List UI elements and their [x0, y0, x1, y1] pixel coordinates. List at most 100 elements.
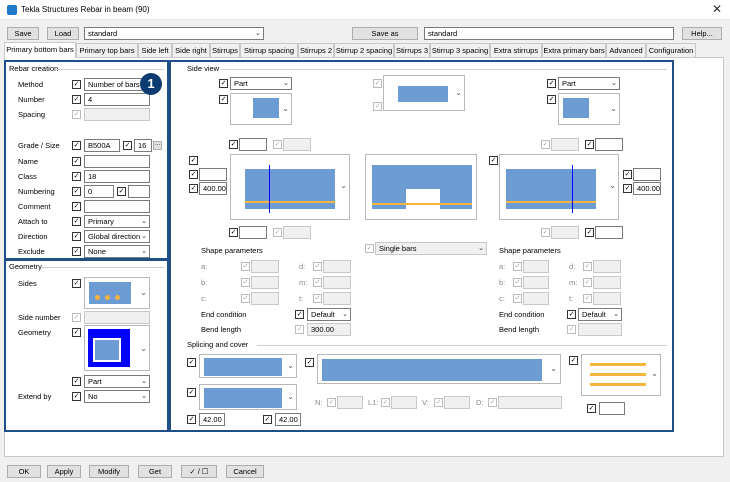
extend-by-select[interactable]: No ⌄	[84, 390, 150, 403]
right-bottom-checkbox[interactable]	[541, 228, 550, 237]
left-bend-length-input[interactable]: 300.00	[307, 323, 351, 336]
geometry-part-checkbox[interactable]	[72, 377, 81, 386]
tab-advanced[interactable]: Advanced	[606, 43, 646, 57]
geometry-picture-select[interactable]: ⌄	[84, 325, 150, 371]
load-button[interactable]: Load	[47, 27, 79, 40]
ok-button[interactable]: OK	[7, 465, 41, 478]
left-param-a-input[interactable]	[251, 260, 279, 273]
load-select[interactable]: standard ⌄	[84, 27, 264, 40]
splice-v-input[interactable]	[444, 396, 470, 409]
right-part-checkbox[interactable]	[547, 79, 556, 88]
cover-right-checkbox[interactable]	[263, 415, 272, 424]
right-end-condition-checkbox[interactable]	[567, 310, 576, 319]
left-param-a-checkbox[interactable]	[241, 262, 250, 271]
right-param-b-checkbox[interactable]	[513, 278, 522, 287]
right-bottom2-checkbox[interactable]	[585, 228, 594, 237]
left-offset-input[interactable]	[239, 138, 267, 151]
tab-stirrups[interactable]: Stirrups	[210, 43, 240, 57]
splice-v-checkbox[interactable]	[434, 398, 443, 407]
right-cover-checkbox[interactable]	[623, 184, 632, 193]
right-beam-picture-select[interactable]: ⌄	[499, 154, 619, 220]
right-offset-input[interactable]	[551, 138, 579, 151]
middle-top-checkbox[interactable]	[373, 79, 382, 88]
right-cover-input[interactable]: 400.00	[633, 182, 661, 195]
modify-button[interactable]: Modify	[89, 465, 129, 478]
class-checkbox[interactable]	[72, 172, 81, 181]
spacing-checkbox[interactable]	[72, 110, 81, 119]
right-param-t-input[interactable]	[593, 292, 621, 305]
numbering-checkbox[interactable]	[72, 187, 81, 196]
numbering-start-checkbox[interactable]	[117, 187, 126, 196]
tab-primary-bottom-bars[interactable]: Primary bottom bars	[4, 42, 76, 58]
close-icon[interactable]: ✕	[712, 2, 722, 16]
geometry-checkbox[interactable]	[72, 328, 81, 337]
toggle-all-button[interactable]: ✓ / ☐	[181, 465, 217, 478]
attach-to-checkbox[interactable]	[72, 217, 81, 226]
left-part-checkbox[interactable]	[219, 79, 228, 88]
sides-picture-select[interactable]: ⌄	[84, 277, 150, 309]
side-number-checkbox[interactable]	[72, 313, 81, 322]
middle-beam-picture-select[interactable]	[365, 154, 477, 220]
left-param-t-input[interactable]	[323, 292, 351, 305]
left-param-m-input[interactable]	[323, 276, 351, 289]
numbering-start-input[interactable]	[128, 185, 150, 198]
sides-checkbox[interactable]	[72, 279, 81, 288]
right-param-c-input[interactable]	[523, 292, 549, 305]
exclude-checkbox[interactable]	[72, 247, 81, 256]
cover-left-checkbox[interactable]	[187, 415, 196, 424]
splice-offset-checkbox[interactable]	[587, 404, 596, 413]
help-button[interactable]: Help...	[682, 27, 722, 40]
splice-n-input[interactable]	[337, 396, 363, 409]
left-bottom2-input[interactable]	[283, 226, 311, 239]
left-main-checkbox[interactable]	[189, 156, 198, 165]
right-bend-length-checkbox[interactable]	[567, 325, 576, 334]
grade-checkbox[interactable]	[72, 141, 81, 150]
apply-button[interactable]: Apply	[47, 465, 81, 478]
left-end-shape-select[interactable]: ⌄	[230, 93, 292, 125]
size-input[interactable]: 16	[134, 139, 152, 152]
right-bottom2-input[interactable]	[595, 226, 623, 239]
splice-top-picture-select[interactable]: ⌄	[199, 354, 297, 378]
get-button[interactable]: Get	[138, 465, 172, 478]
tab-stirrups-2[interactable]: Stirrups 2	[298, 43, 334, 57]
right-param-a-input[interactable]	[523, 260, 549, 273]
tab-side-right[interactable]: Side right	[172, 43, 210, 57]
comment-input[interactable]	[84, 200, 150, 213]
left-part-select[interactable]: Part ⌄	[230, 77, 292, 90]
splice-bottom-checkbox[interactable]	[187, 388, 196, 397]
splice-d-checkbox[interactable]	[488, 398, 497, 407]
spacing-input[interactable]	[84, 108, 150, 121]
splice-d-input[interactable]	[498, 396, 562, 409]
cover-left-input[interactable]: 42.00	[199, 413, 225, 426]
left-length-input[interactable]	[199, 168, 227, 181]
splice-type-checkbox[interactable]	[569, 356, 578, 365]
splice-top-checkbox[interactable]	[187, 358, 196, 367]
left-end-condition-checkbox[interactable]	[295, 310, 304, 319]
method-checkbox[interactable]	[72, 80, 81, 89]
left-length-checkbox[interactable]	[189, 170, 198, 179]
save-button[interactable]: Save	[7, 27, 39, 40]
geometry-part-select[interactable]: Part ⌄	[84, 375, 150, 388]
left-param-c-checkbox[interactable]	[241, 294, 250, 303]
right-end-shape-select[interactable]: ⌄	[558, 93, 620, 125]
right-param-m-input[interactable]	[593, 276, 621, 289]
side-number-input[interactable]	[84, 311, 150, 324]
left-bottom-input[interactable]	[239, 226, 267, 239]
right-param-t-checkbox[interactable]	[583, 294, 592, 303]
right-param-d-checkbox[interactable]	[583, 262, 592, 271]
right-length-input[interactable]	[633, 168, 661, 181]
name-checkbox[interactable]	[72, 157, 81, 166]
exclude-select[interactable]: None ⌄	[84, 245, 150, 258]
right-offset2-input[interactable]	[595, 138, 623, 151]
tab-configuration[interactable]: Configuration	[646, 43, 696, 57]
tab-stirrup-3-spacing[interactable]: Stirrup 3 spacing	[430, 43, 490, 57]
left-end-shape-checkbox[interactable]	[219, 95, 228, 104]
left-cover-input[interactable]: 400.00	[199, 182, 227, 195]
right-main-checkbox[interactable]	[489, 156, 498, 165]
cover-right-input[interactable]: 42.00	[275, 413, 301, 426]
right-param-d-input[interactable]	[593, 260, 621, 273]
class-input[interactable]: 18	[84, 170, 150, 183]
left-param-b-checkbox[interactable]	[241, 278, 250, 287]
right-param-m-checkbox[interactable]	[583, 278, 592, 287]
left-param-d-checkbox[interactable]	[313, 262, 322, 271]
